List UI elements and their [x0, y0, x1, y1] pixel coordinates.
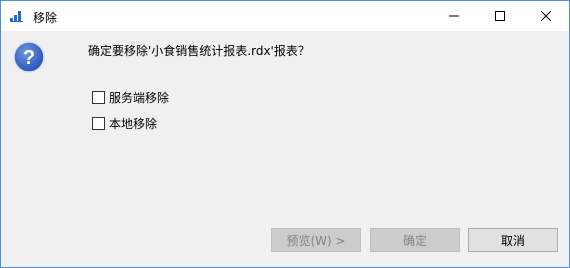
maximize-button[interactable]: [477, 1, 523, 31]
preview-button[interactable]: 预览(W) >: [271, 228, 361, 252]
window-title: 移除: [33, 11, 58, 25]
local-remove-label[interactable]: 本地移除: [109, 115, 157, 132]
ok-button[interactable]: 确定: [370, 228, 460, 252]
svg-text:?: ?: [23, 47, 35, 69]
question-icon: ?: [13, 41, 45, 73]
option-local-remove[interactable]: 本地移除: [92, 115, 157, 131]
local-remove-checkbox[interactable]: [92, 116, 105, 130]
minimize-icon: [449, 15, 459, 17]
close-button[interactable]: [523, 1, 569, 31]
confirm-message: 确定要移除'小食销售统计报表.rdx'报表？: [88, 44, 310, 58]
bar-chart-icon: [10, 11, 23, 22]
server-remove-checkbox[interactable]: [92, 90, 105, 104]
dialog-body: ? 确定要移除'小食销售统计报表.rdx'报表？ 服务端移除 本地移除 预览(W…: [1, 31, 569, 267]
remove-dialog-window: 移除 ? 确定要移除'小食销售统计报表.rdx'报表？ 服务端移除 本地移除 预…: [0, 0, 570, 268]
maximize-icon: [495, 11, 505, 21]
server-remove-label[interactable]: 服务端移除: [109, 89, 169, 106]
minimize-button[interactable]: [431, 1, 477, 31]
close-icon: [541, 11, 551, 21]
option-server-remove[interactable]: 服务端移除: [92, 89, 169, 105]
title-bar[interactable]: 移除: [1, 1, 569, 31]
cancel-button[interactable]: 取消: [468, 228, 558, 252]
